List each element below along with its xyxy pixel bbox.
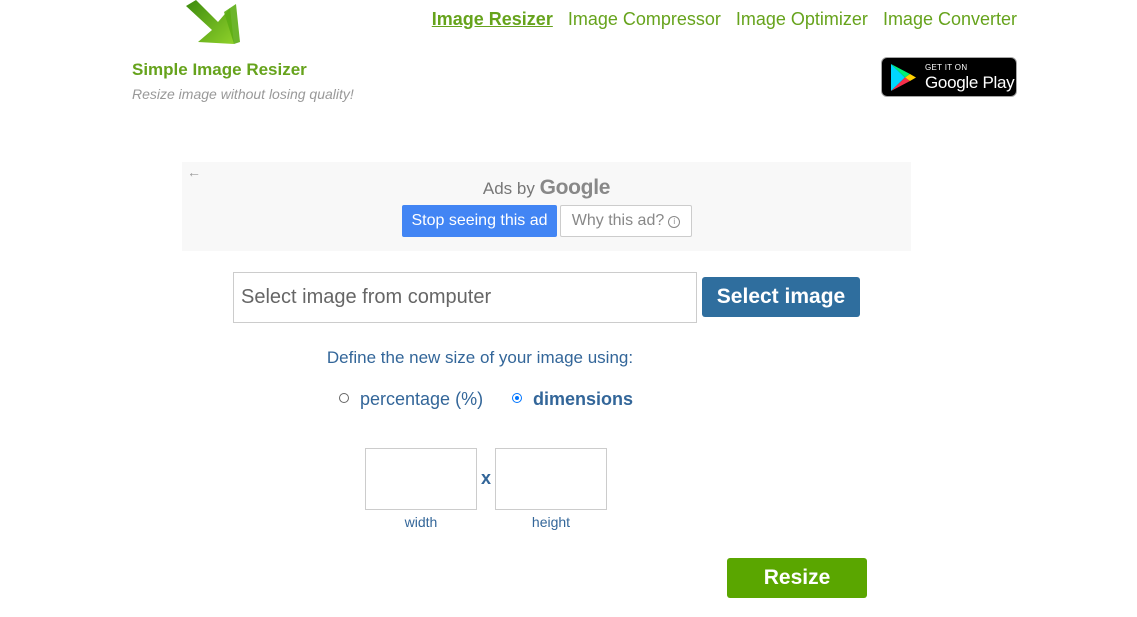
info-icon: i [668, 216, 681, 228]
google-play-icon [891, 63, 916, 91]
google-wordmark: Google [539, 176, 611, 199]
select-image-button[interactable]: Select image [702, 277, 860, 317]
width-input[interactable] [365, 448, 477, 510]
site-title[interactable]: Simple Image Resizer [132, 60, 307, 80]
nav-image-compressor[interactable]: Image Compressor [568, 9, 721, 30]
dimensions-radio[interactable] [512, 393, 522, 403]
file-path-input[interactable] [233, 272, 697, 323]
why-this-ad-label: Why this ad? [571, 212, 665, 229]
dimension-separator: x [481, 468, 492, 488]
ad-panel: ← Ads by Google Stop seeing this ad Why … [182, 162, 911, 251]
dimensions-label[interactable]: dimensions [533, 389, 633, 410]
percentage-radio[interactable] [339, 393, 349, 403]
nav-image-optimizer[interactable]: Image Optimizer [736, 9, 868, 30]
site-tagline: Resize image without losing quality! [132, 86, 354, 102]
ads-by-label: Ads by [482, 179, 535, 198]
nav-image-resizer[interactable]: Image Resizer [432, 9, 553, 30]
ads-by-google: Ads by Google [182, 176, 911, 200]
resize-mode-prompt: Define the new size of your image using: [326, 348, 634, 367]
height-label: height [531, 514, 571, 530]
stop-seeing-ad-button[interactable]: Stop seeing this ad [402, 205, 557, 237]
resize-button[interactable]: Resize [727, 558, 867, 598]
play-badge-small-text: GET IT ON [925, 62, 968, 72]
nav-image-converter[interactable]: Image Converter [883, 9, 1017, 30]
height-input[interactable] [495, 448, 607, 510]
why-this-ad-button[interactable]: Why this ad? i [560, 205, 692, 237]
percentage-label[interactable]: percentage (%) [360, 389, 483, 410]
play-badge-big-text: Google Play [925, 72, 1015, 92]
width-label: width [404, 514, 438, 530]
google-play-badge[interactable]: GET IT ON Google Play [881, 57, 1017, 97]
logo-arrow-icon[interactable] [184, 0, 242, 50]
main-nav: Image Resizer Image Compressor Image Opt… [432, 9, 1017, 30]
